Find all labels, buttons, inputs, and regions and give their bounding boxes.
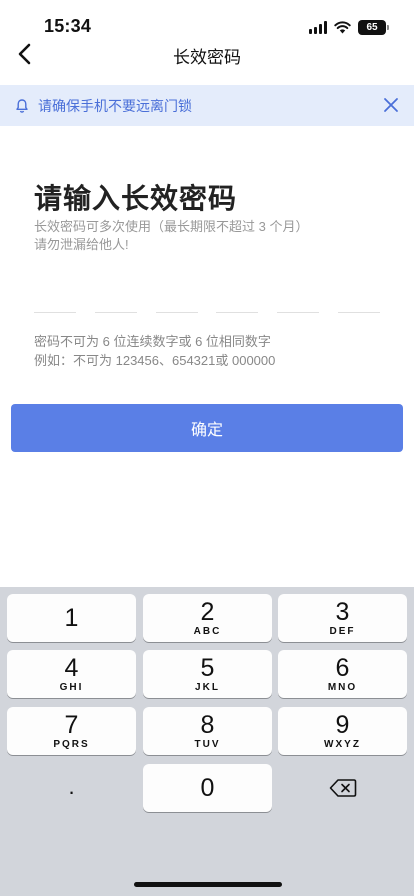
pin-slot[interactable]	[155, 312, 198, 313]
pin-slot[interactable]	[337, 312, 380, 313]
key-letters: PQRS	[53, 739, 90, 750]
notice-banner: 请确保手机不要远离门锁	[0, 85, 414, 126]
pin-input[interactable]	[34, 312, 380, 313]
battery-icon: 65	[358, 19, 389, 35]
delete-backspace-icon	[329, 779, 356, 797]
delete-key[interactable]	[278, 764, 407, 812]
key-5[interactable]: 5 JKL	[143, 650, 272, 698]
nav-bar: 长效密码	[0, 34, 414, 74]
key-0[interactable]: 0	[143, 764, 272, 812]
bell-icon	[16, 98, 28, 113]
password-rules: 密码不可为 6 位连续数字或 6 位相同数字 例如：不可为 123456、654…	[34, 332, 275, 370]
pin-slot[interactable]	[94, 312, 137, 313]
key-digit: 9	[335, 711, 350, 739]
key-digit: 1	[64, 604, 79, 632]
key-letters: ABC	[193, 626, 222, 637]
key-letters: GHI	[59, 682, 84, 693]
key-1[interactable]: 1	[7, 594, 136, 642]
key-letters: DEF	[329, 626, 356, 637]
pin-slot[interactable]	[34, 312, 76, 313]
numeric-keypad: 1 2 ABC 3 DEF 4 GHI 5 JKL 6 MNO 7 PQRS 8…	[0, 587, 414, 896]
key-letters: JKL	[195, 682, 220, 693]
key-7[interactable]: 7 PQRS	[7, 707, 136, 755]
close-icon[interactable]	[382, 96, 400, 114]
key-dot[interactable]: .	[7, 764, 136, 812]
pin-slot[interactable]	[277, 312, 320, 313]
heading: 请输入长效密码	[34, 183, 238, 214]
key-6[interactable]: 6 MNO	[278, 650, 407, 698]
key-letters: TUV	[194, 739, 221, 750]
pin-slot[interactable]	[216, 312, 259, 313]
key-digit: 6	[335, 654, 350, 682]
key-4[interactable]: 4 GHI	[7, 650, 136, 698]
home-indicator	[134, 882, 282, 887]
key-digit: 2	[200, 598, 215, 626]
key-digit: 4	[64, 654, 79, 682]
key-digit: 3	[335, 598, 350, 626]
key-dot-label: .	[68, 774, 75, 799]
key-digit: 5	[200, 654, 215, 682]
status-icons: 65	[309, 19, 389, 35]
banner-text: 请确保手机不要远离门锁	[38, 97, 192, 114]
key-digit: 0	[200, 774, 215, 802]
key-2[interactable]: 2 ABC	[143, 594, 272, 642]
signal-icon	[309, 20, 327, 34]
rule-line: 密码不可为 6 位连续数字或 6 位相同数字	[34, 334, 271, 349]
battery-level: 65	[366, 21, 378, 33]
key-9[interactable]: 9 WXYZ	[278, 707, 407, 755]
subtext-line: 请勿泄漏给他人!	[34, 237, 129, 252]
key-digit: 8	[200, 711, 215, 739]
subtext: 长效密码可多次使用（最长期限不超过 3 个月） 请勿泄漏给他人!	[34, 218, 308, 254]
key-letters: MNO	[327, 682, 358, 693]
key-digit: 7	[64, 711, 79, 739]
key-8[interactable]: 8 TUV	[143, 707, 272, 755]
page-title: 长效密码	[173, 48, 241, 67]
wifi-icon	[334, 20, 351, 33]
subtext-line: 长效密码可多次使用（最长期限不超过 3 个月）	[34, 219, 309, 234]
key-3[interactable]: 3 DEF	[278, 594, 407, 642]
rule-line: 例如：不可为 123456、654321或 000000	[34, 353, 276, 368]
confirm-button[interactable]: 确定	[11, 404, 403, 452]
key-letters: WXYZ	[324, 739, 361, 750]
